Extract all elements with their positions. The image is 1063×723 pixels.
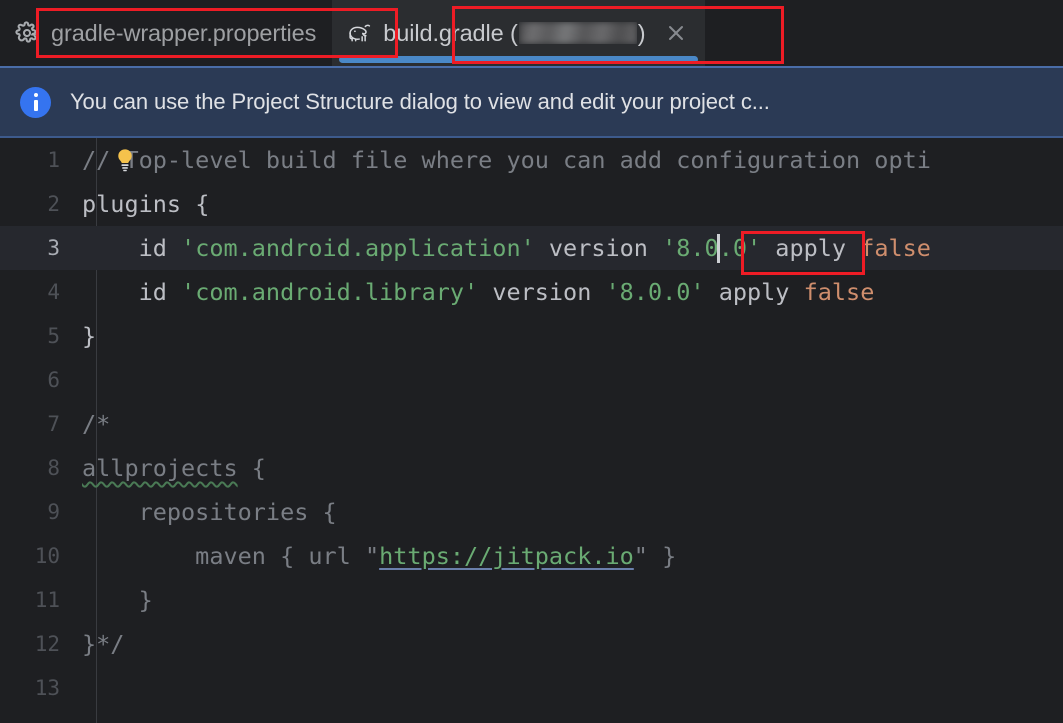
code-line-text: } <box>78 586 153 614</box>
code-token: allprojects <box>82 454 238 482</box>
tab-label: build.gradle () <box>383 19 646 46</box>
line-number: 9 <box>47 500 60 524</box>
code-token: version <box>478 278 606 306</box>
tab-label: gradle-wrapper.properties <box>51 19 317 46</box>
code-line-text: maven { url "https://jitpack.io" } <box>78 542 676 570</box>
code-token: } <box>82 586 153 614</box>
code-line-text: id 'com.android.library' version '8.0.0'… <box>78 278 875 306</box>
code-token: plugins <box>82 190 182 218</box>
code-line[interactable]: 9 repositories { <box>0 490 1063 534</box>
notification-message: You can use the Project Structure dialog… <box>70 89 770 114</box>
code-token: apply <box>761 233 861 262</box>
redacted-path <box>518 21 637 44</box>
code-token: /* <box>82 410 111 438</box>
project-structure-notification-bar[interactable]: You can use the Project Structure dialog… <box>0 66 1063 138</box>
code-token: 'com.android.application' <box>181 233 535 262</box>
code-token: '8.0.0' <box>605 278 705 306</box>
code-token[interactable]: https://jitpack.io <box>379 542 634 570</box>
code-line-text: plugins { <box>78 190 209 218</box>
code-line-text: repositories { <box>78 498 337 526</box>
code-token: .0' <box>718 233 762 262</box>
editor-tab-bar: gradle-wrapper.properties build.gradle (… <box>0 0 1063 66</box>
code-token: version <box>534 233 663 262</box>
line-number: 7 <box>47 412 60 436</box>
code-line-text: /* <box>78 410 110 438</box>
tab-gradle-wrapper-properties[interactable]: gradle-wrapper.properties <box>0 0 332 66</box>
code-line[interactable]: 13 <box>0 666 1063 710</box>
line-number: 4 <box>47 280 60 304</box>
code-token: { <box>237 454 266 482</box>
code-line-text: }*/ <box>78 630 124 658</box>
code-line[interactable]: 12 }*/ <box>0 622 1063 666</box>
line-number: 8 <box>47 456 60 480</box>
code-editor[interactable]: 1 // Top-level build file where you can a… <box>0 138 1063 723</box>
line-number: 3 <box>47 236 60 260</box>
ide-editor-window: gradle-wrapper.properties build.gradle (… <box>0 0 1063 723</box>
line-number: 13 <box>34 676 60 700</box>
code-line[interactable]: 11 } <box>0 578 1063 622</box>
code-token: } <box>82 322 97 350</box>
code-token: repositories { <box>82 498 337 526</box>
line-number: 6 <box>47 368 60 392</box>
code-line[interactable]: 8 allprojects { <box>0 446 1063 490</box>
line-number: 12 <box>34 632 60 656</box>
code-token: false <box>803 278 875 306</box>
code-line[interactable]: 4 id 'com.android.library' version '8.0.… <box>0 270 1063 314</box>
code-line-text: allprojects { <box>78 454 266 482</box>
code-lines-container: 1 // Top-level build file where you can a… <box>0 138 1063 710</box>
line-number: 10 <box>34 544 60 568</box>
code-line[interactable]: 6 <box>0 358 1063 402</box>
code-line[interactable]: 5} <box>0 314 1063 358</box>
active-tab-indicator <box>339 56 698 63</box>
tab-build-gradle[interactable]: build.gradle () <box>332 0 705 66</box>
code-line[interactable]: 3 id 'com.android.application' version '… <box>0 226 1063 270</box>
gear-icon <box>14 20 40 46</box>
code-token: }*/ <box>82 630 125 658</box>
code-line-text: // Top-level build file where you can ad… <box>78 146 931 174</box>
code-line[interactable]: 7 /* <box>0 402 1063 446</box>
info-icon <box>20 86 51 118</box>
code-token: apply <box>704 278 804 306</box>
code-line-text: } <box>78 322 96 350</box>
code-token: id <box>82 278 182 306</box>
line-number: 2 <box>47 192 60 216</box>
line-number: 11 <box>34 588 60 612</box>
code-token: '8.0 <box>662 233 719 262</box>
line-number: 5 <box>47 324 60 348</box>
code-line[interactable]: 1 // Top-level build file where you can a… <box>0 138 1063 182</box>
code-token: 'com.android.library' <box>181 278 479 306</box>
code-token: " } <box>633 542 677 570</box>
line-number: 1 <box>47 148 60 172</box>
gradle-elephant-icon <box>346 20 372 46</box>
code-token: false <box>860 233 931 262</box>
code-token: { <box>181 190 210 218</box>
code-line[interactable]: 10 maven { url "https://jitpack.io" } <box>0 534 1063 578</box>
lightbulb-icon[interactable] <box>112 147 138 173</box>
code-token: maven { url " <box>82 542 380 570</box>
code-token: // Top-level build file where you can ad… <box>82 146 931 174</box>
code-line-text: id 'com.android.application' version '8.… <box>78 233 931 263</box>
code-line[interactable]: 2 plugins { <box>0 182 1063 226</box>
close-icon[interactable] <box>663 20 689 46</box>
code-token: id <box>82 233 182 262</box>
